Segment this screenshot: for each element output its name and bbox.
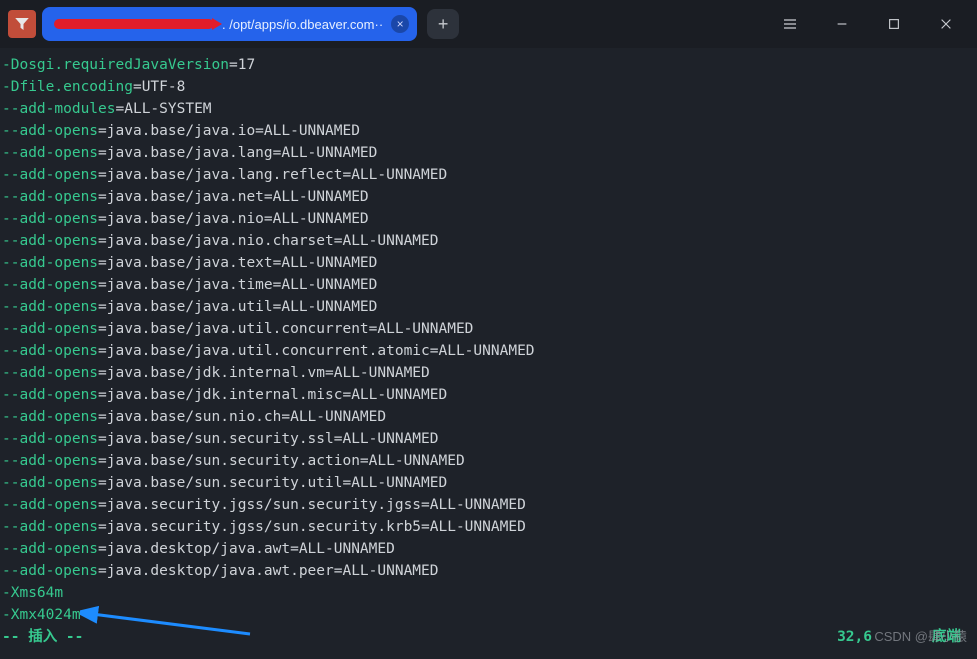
terminal-output[interactable]: -Dosgi.requiredJavaVersion=17-Dfile.enco… [0,48,977,648]
vim-mode-line: -- 插入 -- 32,6 底端 [0,626,977,648]
config-line: --add-opens=java.base/java.net=ALL-UNNAM… [0,186,977,208]
config-line: -Dosgi.requiredJavaVersion=17 [0,54,977,76]
config-line: --add-opens=java.security.jgss/sun.secur… [0,494,977,516]
config-line: --add-opens=java.base/jdk.internal.misc=… [0,384,977,406]
config-line: --add-opens=java.security.jgss/sun.secur… [0,516,977,538]
config-line: --add-opens=java.base/java.lang.reflect=… [0,164,977,186]
tab-title: . /opt/apps/io.dbeaver.com·· [222,17,383,32]
config-line: --add-opens=java.desktop/java.awt.peer=A… [0,560,977,582]
config-line: --add-opens=java.base/java.util.concurre… [0,340,977,362]
close-button[interactable] [923,8,969,40]
config-line: --add-opens=java.base/java.util.concurre… [0,318,977,340]
config-line: -Xms64m [0,582,977,604]
config-line: --add-opens=java.desktop/java.awt=ALL-UN… [0,538,977,560]
config-line: --add-opens=java.base/java.io=ALL-UNNAME… [0,120,977,142]
config-line: --add-opens=java.base/java.lang=ALL-UNNA… [0,142,977,164]
config-line: --add-opens=java.base/sun.nio.ch=ALL-UNN… [0,406,977,428]
minimize-button[interactable] [819,8,865,40]
maximize-button[interactable] [871,8,917,40]
new-tab-button[interactable]: + [427,9,459,39]
config-line: --add-opens=java.base/java.util=ALL-UNNA… [0,296,977,318]
config-line: -Xmx4024m [0,604,977,626]
app-icon[interactable] [8,10,36,38]
config-line: --add-opens=java.base/java.nio.charset=A… [0,230,977,252]
titlebar: . /opt/apps/io.dbeaver.com·· × + [0,0,977,48]
config-line: --add-opens=java.base/jdk.internal.vm=AL… [0,362,977,384]
config-line: --add-opens=java.base/sun.security.util=… [0,472,977,494]
config-line: -Dfile.encoding=UTF-8 [0,76,977,98]
config-line: --add-opens=java.base/java.nio=ALL-UNNAM… [0,208,977,230]
tab-close-button[interactable]: × [391,15,409,33]
config-line: --add-opens=java.base/java.text=ALL-UNNA… [0,252,977,274]
config-line: --add-opens=java.base/java.time=ALL-UNNA… [0,274,977,296]
active-tab[interactable]: . /opt/apps/io.dbeaver.com·· × [42,7,417,41]
config-line: --add-opens=java.base/sun.security.ssl=A… [0,428,977,450]
tab-redaction [54,19,214,29]
config-line: --add-modules=ALL-SYSTEM [0,98,977,120]
hamburger-menu-button[interactable] [767,8,813,40]
watermark: CSDN @肆小猿 [874,626,967,645]
config-line: --add-opens=java.base/sun.security.actio… [0,450,977,472]
